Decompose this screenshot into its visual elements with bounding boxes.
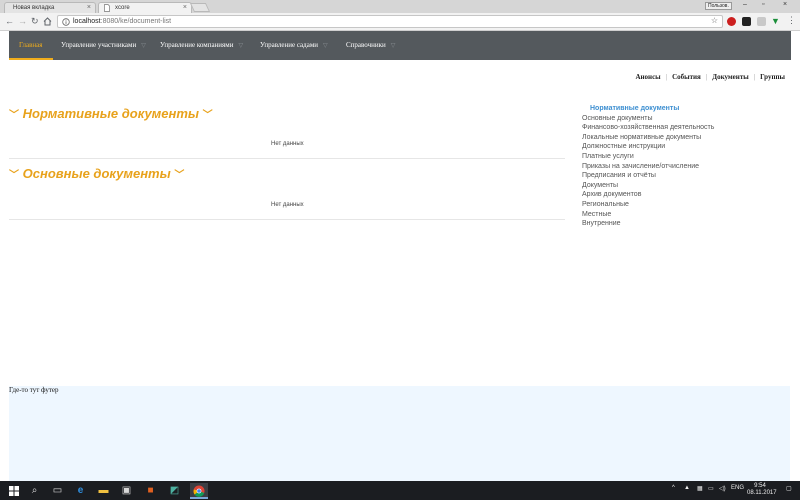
chevron-down-icon: ▽ bbox=[323, 43, 328, 49]
sidebar-item[interactable]: Приказы на зачисление/отчисление bbox=[582, 162, 782, 172]
browser-toolbar: ← → ↻ localhost:8080/ke/document-list ☆ … bbox=[0, 13, 800, 31]
windows-start-icon[interactable] bbox=[9, 486, 19, 496]
chrome-taskbar-icon[interactable] bbox=[190, 483, 208, 499]
browser-tab-xcore[interactable]: xcore × bbox=[98, 2, 192, 13]
address-bar[interactable]: localhost:8080/ke/document-list ☆ bbox=[57, 15, 723, 28]
sidebar-item[interactable]: Предписания и отчёты bbox=[582, 171, 782, 181]
nav-item-gardens[interactable]: Управление садами ▽ bbox=[260, 31, 328, 60]
empty-message: Нет данных bbox=[271, 202, 304, 208]
home-icon[interactable] bbox=[43, 17, 52, 26]
sidebar-item[interactable]: Региональные bbox=[582, 200, 782, 210]
browser-tab-strip: Новая вкладка × xcore × Пользов. – ▫ × bbox=[0, 0, 800, 13]
close-window-icon[interactable]: × bbox=[783, 1, 787, 8]
tab-title: xcore bbox=[115, 5, 130, 11]
search-icon[interactable]: ⌕ bbox=[28, 484, 41, 497]
divider bbox=[9, 158, 565, 159]
minimize-icon[interactable]: – bbox=[743, 1, 747, 8]
battery-icon[interactable]: ▭ bbox=[708, 485, 714, 492]
clock[interactable]: 9:54 08.11.2017 bbox=[747, 483, 777, 497]
section-title-main[interactable]: ﹀ Основные документы ﹀ bbox=[9, 166, 184, 181]
link-events[interactable]: События bbox=[672, 73, 701, 81]
chevron-down-icon: ﹀ bbox=[202, 110, 213, 121]
nav-item-home[interactable]: Главная bbox=[9, 31, 53, 60]
menu-dots-icon[interactable]: ⋮ bbox=[787, 15, 796, 26]
chrome-icon bbox=[193, 485, 205, 497]
footer-text: Где-то тут футер bbox=[9, 386, 59, 394]
edge-browser-icon[interactable]: e bbox=[74, 484, 87, 497]
sidebar-item[interactable]: Основные документы bbox=[582, 114, 782, 124]
link-announcements[interactable]: Анонсы bbox=[635, 73, 660, 81]
sidebar-item[interactable]: Должностные инструкции bbox=[582, 142, 782, 152]
close-icon[interactable]: × bbox=[183, 3, 187, 13]
notifications-icon[interactable]: ▢ bbox=[786, 485, 792, 492]
nav-item-references[interactable]: Справочники ▽ bbox=[346, 31, 395, 60]
sidebar-item[interactable]: Платные услуги bbox=[582, 152, 782, 162]
maximize-icon[interactable]: ▫ bbox=[762, 1, 764, 8]
sidebar-item[interactable]: Местные bbox=[582, 210, 782, 220]
tab-title: Новая вкладка bbox=[13, 5, 55, 11]
close-icon[interactable]: × bbox=[87, 3, 91, 13]
nav-item-companies[interactable]: Управление компаниями ▽ bbox=[160, 31, 243, 60]
back-arrow-icon[interactable]: ← bbox=[5, 16, 14, 27]
top-links: Анонсы | События | Документы | Группы bbox=[635, 73, 785, 81]
document-category-sidebar: Нормативные документы Основные документы… bbox=[582, 104, 782, 229]
tray-chevron-icon[interactable]: ^ bbox=[672, 485, 675, 491]
url-text: localhost:8080/ke/document-list bbox=[73, 18, 172, 25]
divider bbox=[9, 219, 565, 220]
language-indicator[interactable]: ENG bbox=[731, 485, 744, 491]
app-icon[interactable]: ■ bbox=[144, 484, 157, 497]
page-footer: Где-то тут футер bbox=[9, 386, 790, 481]
new-tab-button[interactable] bbox=[189, 3, 211, 12]
tray-app-icon[interactable]: ▲ bbox=[684, 485, 690, 491]
os-taskbar: ⌕ ▭ e ▬ ▣ ■ ◩ ^ ▲ ▦ ▭ ◁) ENG 9:54 08.11.… bbox=[0, 481, 800, 500]
vpn-extension-icon[interactable]: ▼ bbox=[771, 17, 780, 26]
reload-icon[interactable]: ↻ bbox=[31, 16, 39, 27]
file-explorer-icon[interactable]: ▬ bbox=[97, 484, 110, 497]
app-icon[interactable]: ◩ bbox=[168, 484, 181, 497]
main-navbar: Главная Управление участниками ▽ Управлен… bbox=[9, 31, 791, 60]
profile-button[interactable]: Пользов. bbox=[705, 2, 732, 10]
chevron-down-icon: ﹀ bbox=[174, 170, 185, 181]
page-icon bbox=[104, 4, 110, 12]
adblock-extension-icon[interactable] bbox=[727, 17, 736, 26]
chevron-down-icon: ▽ bbox=[141, 43, 146, 49]
sidebar-item[interactable]: Документы bbox=[582, 181, 782, 191]
sidebar-item[interactable]: Финансово-хозяйственная деятельность bbox=[582, 123, 782, 133]
empty-message: Нет данных bbox=[271, 141, 304, 147]
network-icon[interactable]: ▦ bbox=[697, 485, 703, 492]
sidebar-item[interactable]: Локальные нормативные документы bbox=[582, 133, 782, 143]
section-title-normative[interactable]: ﹀ Нормативные документы ﹀ bbox=[9, 106, 213, 121]
extension-icon[interactable] bbox=[757, 17, 766, 26]
info-icon[interactable] bbox=[62, 18, 70, 26]
link-documents[interactable]: Документы bbox=[712, 73, 748, 81]
chevron-down-icon: ﹀ bbox=[9, 110, 19, 121]
link-groups[interactable]: Группы bbox=[760, 73, 785, 81]
store-icon[interactable]: ▣ bbox=[120, 484, 133, 497]
browser-tab-new[interactable]: Новая вкладка × bbox=[4, 2, 96, 13]
chevron-down-icon: ﹀ bbox=[9, 170, 19, 181]
sidebar-heading[interactable]: Нормативные документы bbox=[582, 104, 782, 114]
task-view-icon[interactable]: ▭ bbox=[51, 484, 64, 497]
nav-item-participants[interactable]: Управление участниками ▽ bbox=[61, 31, 146, 60]
volume-icon[interactable]: ◁) bbox=[719, 485, 726, 492]
sidebar-item[interactable]: Внутренние bbox=[582, 219, 782, 229]
chevron-down-icon: ▽ bbox=[238, 43, 244, 49]
extension-icon[interactable] bbox=[742, 17, 751, 26]
forward-arrow-icon[interactable]: → bbox=[18, 16, 27, 27]
chevron-down-icon: ▽ bbox=[390, 43, 396, 49]
bookmark-star-icon[interactable]: ☆ bbox=[711, 15, 718, 26]
sidebar-item[interactable]: Архив документов bbox=[582, 190, 782, 200]
